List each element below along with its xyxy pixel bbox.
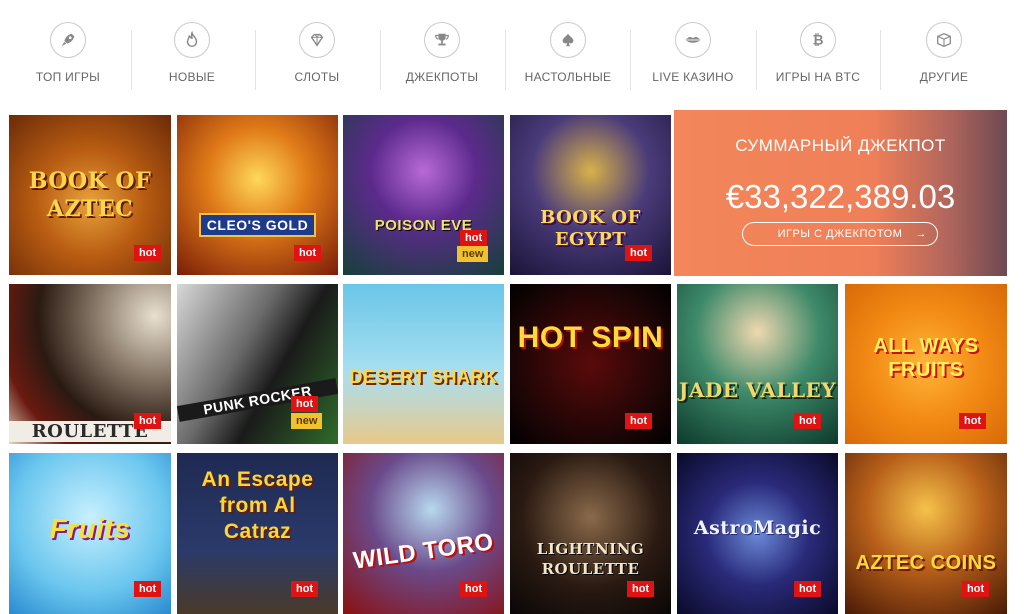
jackpot-banner: СУММАРНЫЙ ДЖЕКПОТ €33,322,389.03 ИГРЫ С … [674,110,1007,276]
game-title: CLEO'S GOLD [199,213,316,237]
hot-badge: hot [627,581,655,597]
game-tile-all-ways-fruits[interactable]: ALL WAYS FRUITS hot [845,284,1007,444]
game-tile-aztec-coins[interactable]: AZTEC COINS hot [845,453,1007,614]
hot-badge: hot [794,581,822,597]
nav-other[interactable]: ДРУГИЕ [881,14,1007,98]
nav-slots[interactable]: СЛОТЫ [254,14,380,98]
category-nav: ТОП ИГРЫ НОВЫЕ СЛОТЫ ДЖЕКПОТЫ НАСТОЛЬНЫЕ… [0,0,1024,108]
game-tile-book-of-egypt[interactable]: BOOK OF EGYPT hot [510,115,671,275]
game-title: Fruits [49,513,131,544]
game-tile-poison-eve[interactable]: POISON EVE hot new [343,115,504,275]
nav-jackpots[interactable]: ДЖЕКПОТЫ [379,14,505,98]
game-title: AZTEC COINS [855,552,997,574]
hot-badge: hot [291,581,319,597]
game-title: DESERT SHARK [349,367,498,387]
game-tile-escape-from-alcatraz[interactable]: An Escape from Al Catraz hot [177,453,338,614]
game-tile-lightning-roulette[interactable]: LIGHTNING ROULETTE hot [510,453,671,614]
game-art [343,284,504,444]
game-tile-hot-spin[interactable]: HOT SPIN hot [510,284,671,444]
box-icon [926,22,962,58]
game-tile-punk-rocker[interactable]: PUNK ROCKER hot new [177,284,338,444]
jackpot-games-button[interactable]: ИГРЫ С ДЖЕКПОТОМ → [742,222,938,246]
hot-badge: hot [962,581,990,597]
hot-badge: hot [625,245,653,261]
svg-text:₿: ₿ [812,33,823,49]
diamond-icon [299,22,335,58]
game-tile-wild-toro[interactable]: WILD TORO hot [343,453,504,614]
nav-label: ДЖЕКПОТЫ [405,70,479,84]
nav-live-casino[interactable]: LIVE КАЗИНО [630,14,756,98]
game-tile-astromagic[interactable]: AstroMagic hot [677,453,838,614]
trophy-icon [424,22,460,58]
game-title: HOT SPIN [517,321,664,354]
nav-label: ДРУГИЕ [919,70,969,84]
spade-icon [550,22,586,58]
nav-table-games[interactable]: НАСТОЛЬНЫЕ [505,14,631,98]
nav-label: ИГРЫ НА BTC [775,70,861,84]
game-tile-book-of-aztec[interactable]: BOOK OF AZTEC hot [9,115,171,275]
jackpot-games-button-label: ИГРЫ С ДЖЕКПОТОМ [777,228,903,240]
game-tile-roulette[interactable]: ROULETTE hot [9,284,171,444]
nav-label: СЛОТЫ [294,70,340,84]
new-badge: new [457,246,489,262]
hot-badge: hot [134,245,162,261]
hot-badge: hot [794,413,822,429]
new-badge: new [291,413,323,429]
game-tile-jade-valley[interactable]: JADE VALLEY hot [677,284,838,444]
hot-badge: hot [460,230,488,246]
nav-label: НОВЫЕ [168,70,216,84]
nav-top-games[interactable]: ТОП ИГРЫ [5,14,131,98]
nav-label: ТОП ИГРЫ [35,70,101,84]
game-title: ALL WAYS FRUITS [873,335,979,381]
hot-badge: hot [959,413,987,429]
game-title: AstroMagic [693,517,822,539]
hot-badge: hot [625,413,653,429]
game-tile-cleos-gold[interactable]: CLEO'S GOLD hot [177,115,338,275]
hot-badge: hot [134,413,162,429]
hot-badge: hot [460,581,488,597]
game-tile-fruits[interactable]: Fruits hot [9,453,171,614]
hot-badge: hot [291,396,319,412]
lips-icon [675,22,711,58]
game-title: LIGHTNING ROULETTE [536,540,645,578]
hot-badge: hot [134,581,162,597]
bitcoin-icon: ₿ [800,22,836,58]
game-title: An Escape from Al Catraz [201,468,314,543]
game-title: JADE VALLEY [678,378,837,402]
rocket-icon [50,22,86,58]
hot-badge: hot [294,245,322,261]
nav-label: LIVE КАЗИНО [652,70,734,84]
game-tile-desert-shark[interactable]: DESERT SHARK [343,284,504,444]
nav-new[interactable]: НОВЫЕ [129,14,255,98]
jackpot-amount: €33,322,389.03 [725,178,956,215]
nav-btc-games[interactable]: ₿ ИГРЫ НА BTC [755,14,881,98]
flame-icon [174,22,210,58]
game-title: BOOK OF AZTEC [28,168,152,222]
jackpot-title: СУММАРНЫЙ ДЖЕКПОТ [735,136,946,155]
nav-label: НАСТОЛЬНЫЕ [524,70,612,84]
arrow-right-icon: → [915,228,927,240]
